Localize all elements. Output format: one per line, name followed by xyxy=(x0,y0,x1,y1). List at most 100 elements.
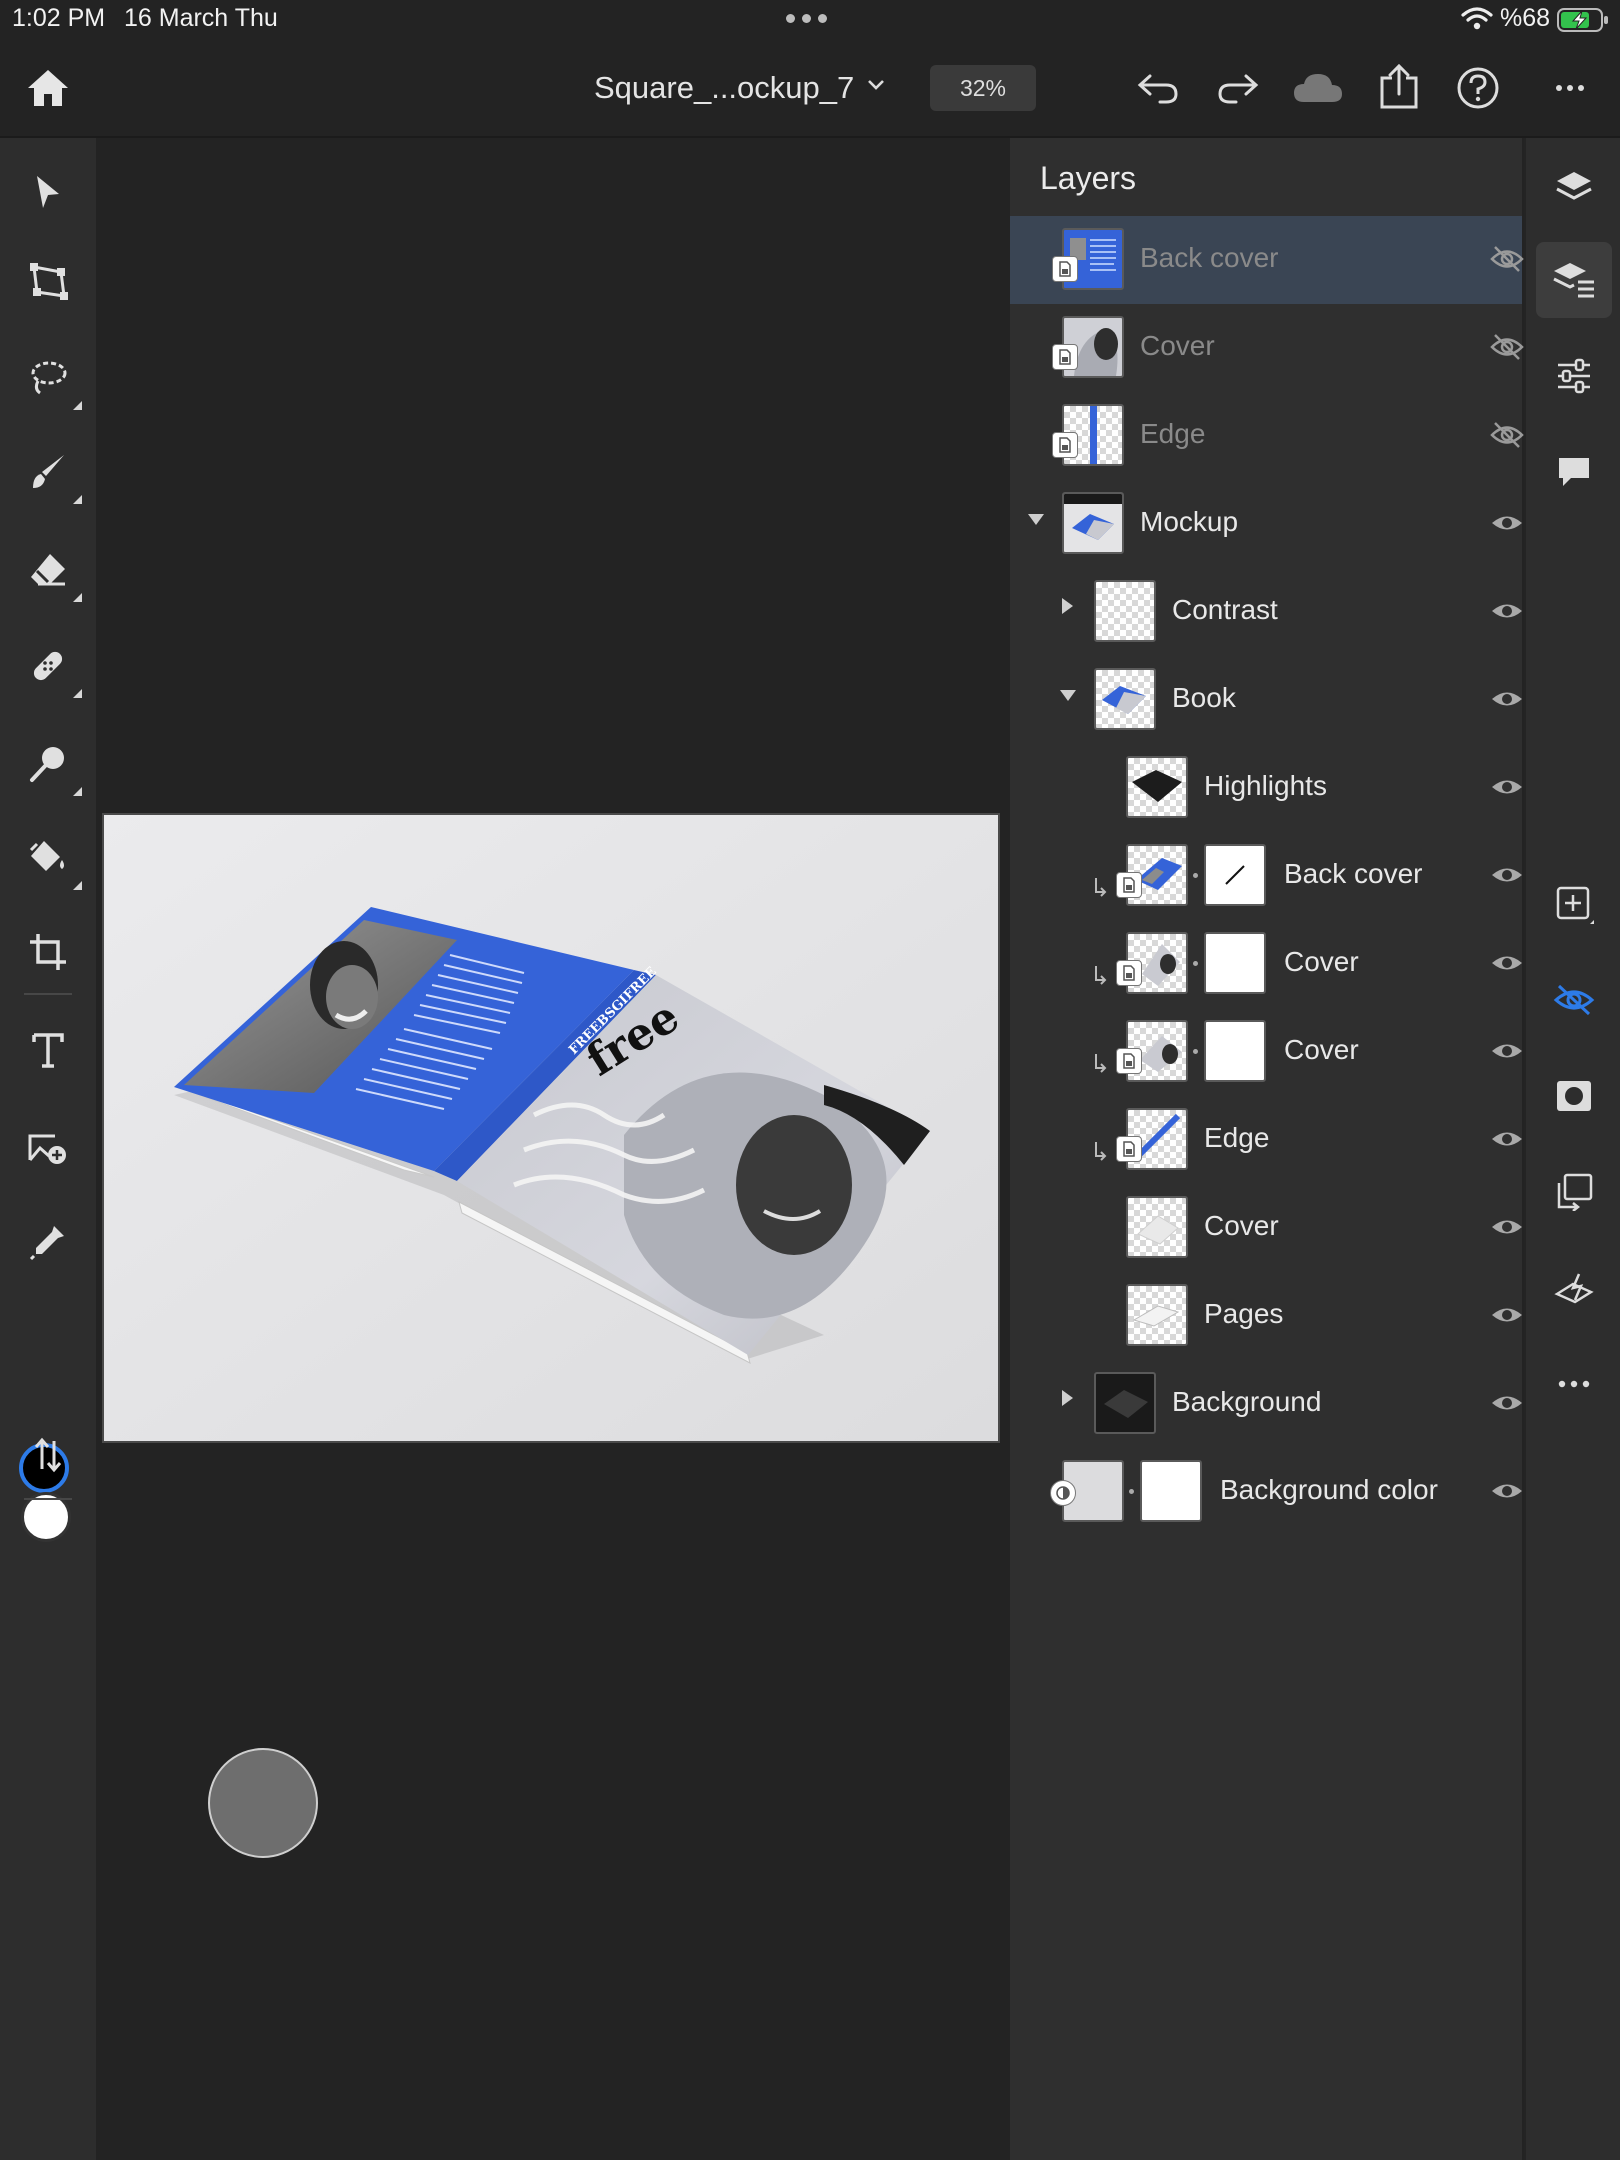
smart-object-icon xyxy=(1052,432,1078,458)
type-tool-icon[interactable] xyxy=(20,1022,76,1078)
status-date: 16 March Thu xyxy=(124,4,278,32)
clipping-mask-icon xyxy=(1095,966,1107,985)
more-panel-options-icon[interactable] xyxy=(1536,1346,1612,1422)
layer-row[interactable]: Cover xyxy=(1010,1008,1522,1096)
place-image-icon[interactable] xyxy=(20,1118,76,1174)
layer-thumbnail xyxy=(1126,1196,1188,1258)
redo-icon[interactable] xyxy=(1213,64,1263,112)
fill-layer-icon xyxy=(1050,1480,1076,1506)
layer-row[interactable]: Cover xyxy=(1010,304,1524,392)
layer-mask-thumbnail[interactable] xyxy=(1204,932,1266,994)
eye-hidden-icon[interactable] xyxy=(1490,244,1524,274)
layer-row[interactable]: Highlights xyxy=(1010,744,1522,832)
layer-thumbnail xyxy=(1094,668,1156,730)
paint-bucket-icon[interactable] xyxy=(20,830,82,890)
layer-row[interactable]: Edge xyxy=(1010,1096,1522,1184)
eye-icon[interactable] xyxy=(1490,948,1524,978)
canvas-artboard[interactable]: free FREEBSGIFREE xyxy=(102,813,1000,1443)
share-icon[interactable] xyxy=(1374,62,1424,112)
layer-group-row[interactable]: Contrast xyxy=(1010,568,1522,656)
expand-triangle-icon[interactable] xyxy=(1062,1390,1073,1406)
smart-object-icon xyxy=(1052,256,1078,282)
layer-row[interactable]: Pages xyxy=(1010,1272,1522,1360)
layer-name: Cover xyxy=(1140,330,1215,361)
help-icon[interactable] xyxy=(1452,62,1504,114)
panels-rail xyxy=(1524,138,1620,2160)
zoom-level[interactable]: 32% xyxy=(930,65,1036,111)
eye-icon[interactable] xyxy=(1490,1476,1524,1506)
layers-panel-title: Layers xyxy=(1040,160,1137,196)
eye-icon[interactable] xyxy=(1490,1124,1524,1154)
brush-tool-icon[interactable] xyxy=(20,444,82,504)
layer-group-row[interactable]: Mockup xyxy=(1010,480,1522,568)
document-title[interactable]: Square_...ockup_7 xyxy=(594,70,854,106)
healing-brush-icon[interactable] xyxy=(20,638,82,698)
move-tool-icon[interactable] xyxy=(20,165,76,221)
layer-name: Edge xyxy=(1140,418,1206,449)
tools-toolbar xyxy=(0,138,96,2160)
eye-hidden-icon[interactable] xyxy=(1490,420,1524,450)
layer-mask-thumbnail[interactable] xyxy=(1140,1460,1202,1522)
eye-icon[interactable] xyxy=(1490,772,1524,802)
layer-mask-thumbnail[interactable] xyxy=(1204,1020,1266,1082)
layer-row[interactable]: Background color xyxy=(1010,1448,1522,1536)
eye-hidden-icon[interactable] xyxy=(1490,332,1524,362)
layer-name: Back cover xyxy=(1140,242,1279,273)
layers-detail-icon[interactable] xyxy=(1536,242,1612,318)
layer-group-row[interactable]: Book xyxy=(1010,656,1522,744)
dodge-tool-icon[interactable] xyxy=(20,736,82,796)
eye-icon[interactable] xyxy=(1490,1036,1524,1066)
mask-link-icon xyxy=(1193,873,1198,878)
add-layer-icon[interactable] xyxy=(1536,866,1612,942)
layer-group-row[interactable]: Background xyxy=(1010,1360,1522,1448)
clip-layer-icon[interactable] xyxy=(1536,1154,1612,1230)
smart-object-icon xyxy=(1052,344,1078,370)
mask-icon[interactable] xyxy=(1536,1058,1612,1134)
undo-icon[interactable] xyxy=(1133,64,1183,112)
layer-effects-icon[interactable] xyxy=(1536,1250,1612,1326)
lasso-tool-icon[interactable] xyxy=(20,350,82,410)
comments-icon[interactable] xyxy=(1536,434,1612,510)
eye-icon[interactable] xyxy=(1490,860,1524,890)
eye-icon[interactable] xyxy=(1490,596,1524,626)
toolbar-divider xyxy=(24,993,72,995)
layer-name: Edge xyxy=(1204,1122,1270,1153)
smart-object-icon xyxy=(1116,1048,1142,1074)
collapse-triangle-icon[interactable] xyxy=(1028,514,1044,525)
book-mockup-image: free FREEBSGIFREE xyxy=(104,815,998,1441)
eye-icon[interactable] xyxy=(1490,1388,1524,1418)
layer-row[interactable]: Edge xyxy=(1010,392,1524,480)
layer-row[interactable]: Cover xyxy=(1010,920,1522,1008)
eye-hidden-icon[interactable] xyxy=(1536,962,1612,1038)
battery-percent: %68 xyxy=(1500,4,1551,32)
collapse-triangle-icon[interactable] xyxy=(1060,690,1076,701)
swap-colors-icon[interactable] xyxy=(20,1427,76,1483)
layer-name: Background xyxy=(1172,1386,1322,1417)
layer-name: Book xyxy=(1172,682,1236,713)
eyedropper-icon[interactable] xyxy=(20,1214,76,1270)
transform-tool-icon[interactable] xyxy=(20,254,76,310)
layer-row[interactable]: Back cover xyxy=(1010,832,1522,920)
touch-shortcut-button[interactable] xyxy=(208,1748,318,1858)
smart-object-icon xyxy=(1116,1136,1142,1162)
chevron-down-icon[interactable] xyxy=(866,78,886,92)
home-icon[interactable] xyxy=(22,64,74,112)
eraser-tool-icon[interactable] xyxy=(20,542,82,602)
eye-icon[interactable] xyxy=(1490,1212,1524,1242)
eye-icon[interactable] xyxy=(1490,1300,1524,1330)
layer-name: Pages xyxy=(1204,1298,1284,1329)
layer-row[interactable]: Cover xyxy=(1010,1184,1522,1272)
layer-mask-thumbnail[interactable] xyxy=(1204,844,1266,906)
crop-tool-icon[interactable] xyxy=(20,924,76,980)
adjustments-icon[interactable] xyxy=(1536,338,1612,414)
cloud-icon[interactable] xyxy=(1290,64,1346,112)
layer-row[interactable]: Back cover xyxy=(1010,216,1524,304)
expand-triangle-icon[interactable] xyxy=(1062,598,1073,614)
eye-icon[interactable] xyxy=(1490,508,1524,538)
eye-icon[interactable] xyxy=(1490,684,1524,714)
multitasking-dots-icon[interactable] xyxy=(786,14,827,23)
more-options-icon[interactable] xyxy=(1548,64,1592,112)
layer-thumbnail xyxy=(1094,580,1156,642)
layer-thumbnail xyxy=(1126,756,1188,818)
layers-compact-icon[interactable] xyxy=(1536,150,1612,226)
